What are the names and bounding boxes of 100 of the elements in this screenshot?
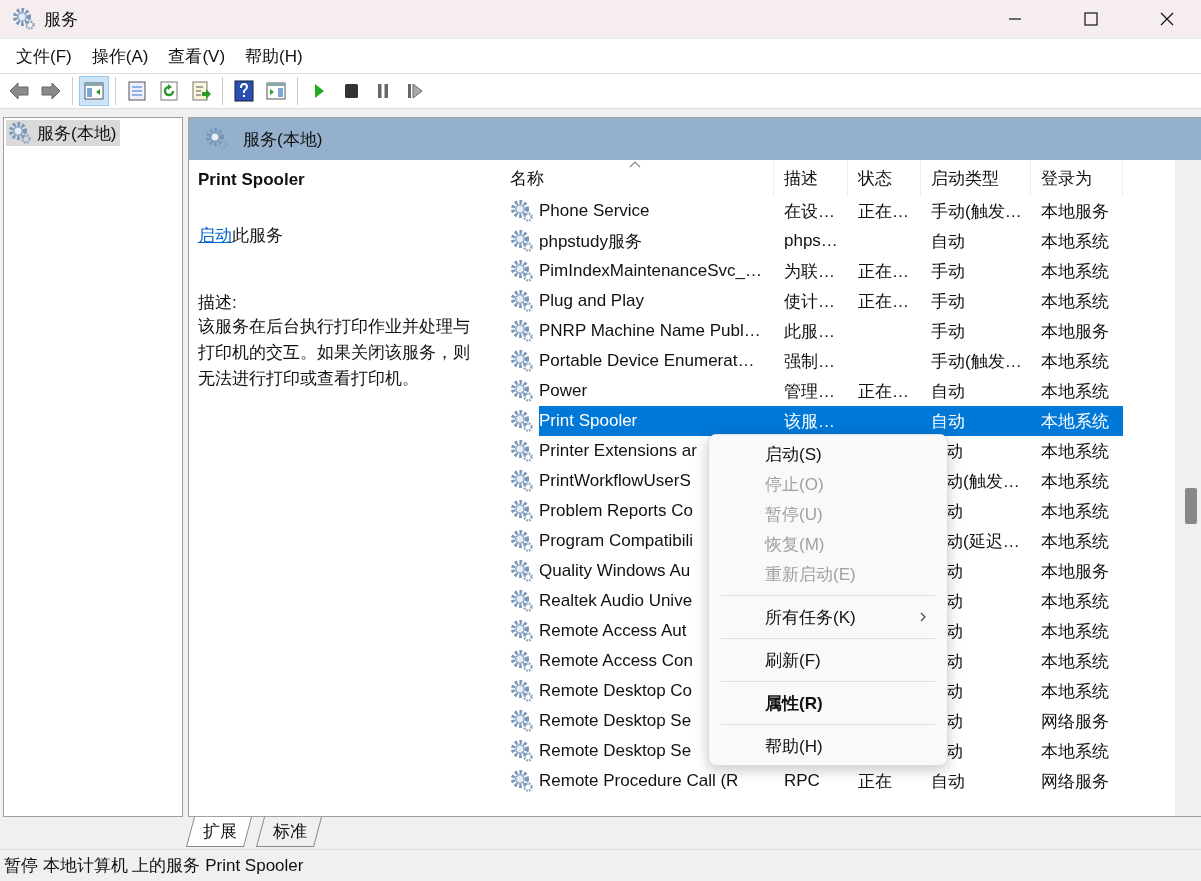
column-header[interactable]: 描述 [774, 160, 848, 196]
table-cell-text: 强制… [783, 350, 836, 373]
column-header[interactable]: 状态 [848, 160, 921, 196]
table-cell-text: 动 [945, 680, 964, 703]
table-cell-text: 网络服务 [1040, 710, 1110, 733]
table-cell-text: PrintWorkflowUserS [539, 471, 692, 491]
service-name: Print Spooler [198, 170, 306, 190]
table-cell-text: 本地系统 [1040, 650, 1110, 673]
menu-item[interactable]: 属性(R) [709, 688, 947, 718]
menu-item[interactable]: 所有任务(K) [709, 602, 947, 632]
table-cell-text: 本地系统 [1040, 410, 1110, 433]
panel-title: 服务(本地) [243, 128, 323, 151]
tree-item[interactable]: 服务(本地) [6, 120, 121, 146]
gear-icon [510, 529, 534, 553]
scroll-thumb[interactable] [1185, 488, 1197, 524]
table-cell-text: 动(延迟… [945, 530, 1021, 553]
gear-icon [510, 409, 534, 433]
table-cell-text: 手动 [930, 260, 966, 283]
table-cell-text: 正在… [857, 380, 910, 403]
gear-icon [510, 769, 534, 793]
status-text: 暂停 本地计算机 上的服务 Print Spooler [4, 855, 304, 877]
gear-icon [12, 7, 36, 31]
table-cell-text: Realtek Audio Unive [539, 591, 694, 611]
refresh-icon[interactable] [158, 80, 180, 102]
table-cell-text: 动(触发… [945, 470, 1021, 493]
back-arrow-icon[interactable] [8, 80, 30, 102]
table-cell-text: 手动(触发… [930, 200, 1023, 223]
console-tree-icon[interactable] [83, 80, 105, 102]
scrollbar[interactable] [1175, 160, 1201, 816]
menu-item[interactable]: 操作(A) [81, 44, 159, 68]
table-cell-text: Remote Desktop Co [539, 681, 694, 701]
table-cell-text: 本地服务 [1040, 320, 1110, 343]
list-icon[interactable] [126, 80, 148, 102]
table-cell-text: Portable Device Enumerat… [539, 351, 756, 371]
gear-icon [8, 121, 32, 145]
table-cell-text: Problem Reports Co [539, 501, 694, 521]
table-cell-text: 管理… [783, 380, 836, 403]
table-cell-text: 动 [945, 560, 964, 583]
selected-row[interactable]: Print Spooler 该服… 自动 本地系统 [539, 406, 1123, 436]
table-cell-text: 本地系统 [1040, 230, 1110, 253]
table-cell-text: 动 [945, 500, 964, 523]
menu-item[interactable]: 查看(V) [158, 44, 236, 68]
gear-icon [510, 739, 534, 763]
table-cell-text: 本地系统 [1040, 290, 1110, 313]
maximize-icon[interactable] [1084, 12, 1098, 26]
table-cell-text: 正在… [857, 260, 910, 283]
menu-item[interactable]: 帮助(H) [235, 44, 313, 68]
gear-icon [510, 259, 534, 283]
close-icon[interactable] [1160, 12, 1174, 26]
gear-icon [510, 709, 534, 733]
gear-icon [510, 379, 534, 403]
table-cell-text: 该服… [783, 410, 836, 433]
table-cell-text: PNRP Machine Name Publ… [539, 321, 762, 341]
table-cell-text: Power [539, 381, 589, 401]
action-text: 启动此服务 [198, 225, 284, 247]
gear-icon [510, 649, 534, 673]
column-header[interactable]: 登录为 [1031, 160, 1123, 196]
table-cell-text: 正在… [857, 200, 910, 223]
tab[interactable]: 扩展 [186, 817, 252, 847]
table-cell-text: Program Compatibili [539, 531, 694, 551]
table-cell-text: phps… [783, 231, 839, 251]
table-cell-text: 本地服务 [1040, 200, 1110, 223]
table-cell-text: 本地系统 [1040, 350, 1110, 373]
tab[interactable]: 标准 [256, 817, 322, 847]
table-cell-text: Print Spooler [539, 411, 639, 431]
table-cell-text: 动 [945, 650, 964, 673]
table-cell-text: RPC [783, 771, 821, 791]
menu-item[interactable]: 文件(F) [6, 44, 82, 68]
table-cell-text: 动 [945, 620, 964, 643]
window-title: 服务 [44, 8, 79, 31]
gear-icon [510, 199, 534, 223]
forward-arrow-icon[interactable] [40, 80, 62, 102]
table-cell-text: 手动 [930, 320, 966, 343]
table-cell-text: 手动 [930, 290, 966, 313]
action-pane-icon[interactable] [265, 80, 287, 102]
table-cell-text: 动 [945, 590, 964, 613]
table-cell-text: 本地系统 [1040, 500, 1110, 523]
table-cell-text: 此服… [783, 320, 836, 343]
table-cell-text: 网络服务 [1040, 770, 1110, 793]
menu-item[interactable]: 启动(S) [709, 439, 947, 469]
table-cell-text: Plug and Play [539, 291, 645, 311]
export-list-icon[interactable] [190, 80, 212, 102]
table-cell-text: Printer Extensions ar [539, 441, 698, 461]
menu-item[interactable]: 刷新(F) [709, 645, 947, 675]
table-cell-text: 为联… [783, 260, 836, 283]
table-cell-text: Phone Service [539, 201, 651, 221]
table-cell-text: 本地系统 [1040, 440, 1110, 463]
gear-icon [510, 349, 534, 373]
table-cell-text: 手动(触发… [930, 350, 1023, 373]
help-icon[interactable] [233, 80, 255, 102]
gear-icon [510, 319, 534, 343]
menu-item[interactable]: 帮助(H) [709, 731, 947, 761]
table-cell-text: 本地系统 [1040, 590, 1110, 613]
table-cell-text: Remote Desktop Se [539, 711, 693, 731]
start-link[interactable]: 启动 [198, 226, 232, 245]
column-header[interactable]: 启动类型 [921, 160, 1031, 196]
table-cell-text: 本地系统 [1040, 530, 1110, 553]
gear-icon [510, 619, 534, 643]
column-header[interactable]: 名称 [496, 160, 774, 196]
gear-icon [510, 559, 534, 583]
